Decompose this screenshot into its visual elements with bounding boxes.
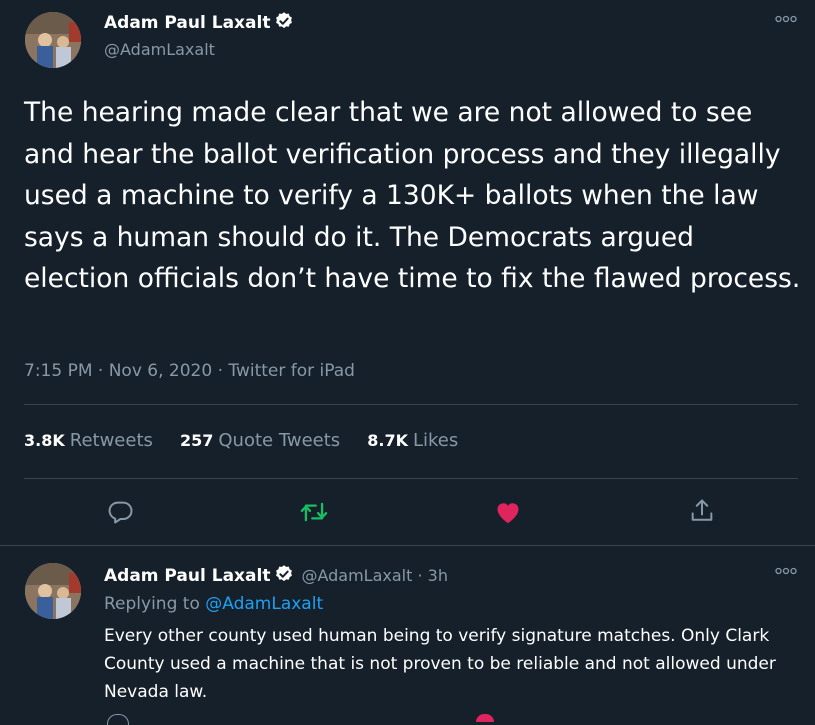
- retweet-icon[interactable]: [299, 498, 329, 526]
- quote-tweets-stat[interactable]: 257 Quote Tweets: [179, 430, 341, 451]
- replying-to-handle-link[interactable]: @AdamLaxalt: [205, 594, 323, 614]
- tweet-text: The hearing made clear that we are not a…: [24, 97, 801, 294]
- heart-icon[interactable]: [476, 714, 494, 722]
- likes-count: 8.7K: [367, 431, 408, 450]
- retweets-count: 3.8K: [24, 431, 65, 450]
- more-dots-icon[interactable]: [775, 14, 797, 24]
- tweet-stats: 3.8K Retweets 257 Quote Tweets 8.7K Likes: [24, 430, 458, 451]
- heart-icon[interactable]: [494, 499, 522, 525]
- divider: [24, 478, 798, 479]
- quote-tweets-count: 257: [179, 431, 214, 450]
- retweets-stat[interactable]: 3.8K Retweets: [24, 430, 153, 451]
- divider: [0, 545, 815, 546]
- tweet-timestamp[interactable]: 7:15 PM · Nov 6, 2020 · Twitter for iPad: [24, 361, 355, 381]
- author-handle[interactable]: @AdamLaxalt: [104, 40, 215, 59]
- replying-to: Replying to @AdamLaxalt: [104, 594, 323, 614]
- verified-badge-icon: [274, 11, 294, 31]
- reply-author-avatar[interactable]: [25, 563, 81, 619]
- quote-tweets-label: Quote Tweets: [218, 430, 341, 451]
- reply-icon[interactable]: [107, 714, 129, 725]
- replying-to-prefix: Replying to: [104, 594, 200, 614]
- reply-tweet-text: Every other county used human being to v…: [104, 626, 776, 702]
- more-dots-icon[interactable]: [775, 566, 797, 576]
- reply-icon[interactable]: [107, 498, 135, 526]
- likes-stat[interactable]: 8.7K Likes: [367, 430, 459, 451]
- divider: [24, 404, 798, 405]
- share-icon[interactable]: [688, 497, 716, 525]
- author-name[interactable]: Adam Paul Laxalt: [104, 13, 270, 33]
- verified-badge-icon: [274, 564, 294, 584]
- author-avatar[interactable]: [25, 12, 81, 68]
- reply-author-handle-time[interactable]: @AdamLaxalt · 3h: [301, 566, 448, 585]
- retweets-label: Retweets: [69, 430, 153, 451]
- reply-author-name[interactable]: Adam Paul Laxalt: [104, 566, 270, 586]
- likes-label: Likes: [413, 430, 459, 451]
